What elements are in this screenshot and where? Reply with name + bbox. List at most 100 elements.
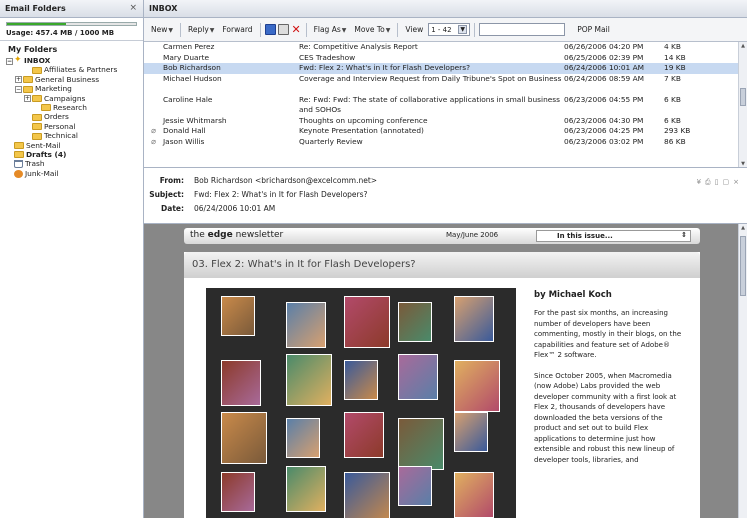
attachment-cell [144, 74, 163, 95]
usage-bar [6, 22, 137, 26]
message-subject: Fwd: Flex 2: What's in It for Flash Deve… [299, 63, 470, 72]
scroll-down-icon[interactable]: ▼ [739, 160, 747, 167]
scrollbar-thumb[interactable] [740, 88, 746, 106]
folder-affiliates-partners[interactable]: Affiliates & Partners [2, 65, 141, 74]
print-icon[interactable]: ⎙ [705, 178, 715, 186]
folder-icon [32, 113, 42, 121]
folder-general-business[interactable]: + General Business [2, 75, 141, 84]
message-row[interactable]: Bob Richardson Fwd: Flex 2: What's in It … [144, 63, 747, 74]
message-row[interactable]: ⌀ Donald Hall Keynote Presentation (annota… [144, 126, 747, 137]
message-date: 06/23/2006 03:02 PM [564, 136, 644, 146]
brand-bold: edge [207, 230, 233, 240]
paperclip-icon: ⌀ [151, 126, 156, 135]
delete-icon[interactable]: ✕ [291, 23, 302, 36]
photo-thumbnail [398, 302, 432, 342]
trash-icon[interactable]: ▯ [715, 178, 723, 186]
move-to-button[interactable]: Move To▼ [351, 23, 393, 36]
folder-campaigns[interactable]: + Campaigns [2, 94, 141, 103]
photo-thumbnail [454, 412, 488, 452]
folder-icon [14, 142, 24, 150]
message-row[interactable]: ⌀ Jason Willis Quarterly Review 06/23/2006 … [144, 137, 747, 148]
message-subject: Re: Competitive Analysis Report [299, 42, 418, 51]
folder-technical[interactable]: Technical [2, 131, 141, 140]
message-size: 6 KB [664, 115, 681, 125]
attachment-cell [144, 42, 163, 53]
message-subject: Quarterly Review [299, 136, 363, 146]
message-row[interactable]: Carmen Perez Re: Competitive Analysis Rep… [144, 42, 747, 53]
usage-bar-fill [7, 23, 66, 25]
my-folders-label: My Folders [8, 45, 58, 54]
folder-label: Marketing [35, 84, 72, 94]
message-row[interactable]: Caroline Hale Re: Fwd: Fwd: The state of … [144, 95, 747, 116]
message-date: 06/24/2006 10:01 AM [564, 63, 645, 72]
message-list-scrollbar[interactable]: ▲ ▼ [738, 42, 747, 167]
photo-thumbnail [286, 302, 326, 348]
date-value: 06/24/2006 10:01 AM [194, 204, 276, 213]
folder-label: Sent-Mail [26, 140, 61, 150]
photo-thumbnail [286, 466, 326, 512]
message-size: 14 KB [664, 52, 686, 62]
message-row[interactable]: Jessie Whitmarsh Thoughts on upcoming con… [144, 116, 747, 127]
folder-research[interactable]: Research [2, 103, 141, 112]
folder-marketing[interactable]: − Marketing [2, 84, 141, 93]
from-value: Bob Richardson <brichardson@excelcomm.ne… [194, 176, 378, 185]
chevron-down-icon: ▼ [341, 27, 347, 34]
folder-personal[interactable]: Personal [2, 122, 141, 131]
message-from: Donald Hall [163, 126, 206, 135]
folder-drafts-4[interactable]: Drafts (4) [2, 150, 141, 159]
reply-button[interactable]: Reply▼ [185, 23, 217, 36]
collapse-icon[interactable]: − [15, 85, 22, 93]
chevron-down-icon: ▼ [168, 27, 173, 34]
message-size: 19 KB [664, 63, 686, 72]
message-range-select[interactable]: 1 - 42 ▼ [428, 23, 471, 36]
scrollbar-thumb[interactable] [740, 236, 746, 296]
print-icon[interactable] [277, 24, 289, 35]
expand-icon[interactable]: + [24, 95, 31, 103]
expand-icon[interactable]: ¥ [697, 178, 705, 186]
message-subject: Re: Fwd: Fwd: The state of collaborative… [299, 94, 561, 114]
brand-post: newsletter [232, 230, 284, 240]
scroll-up-icon[interactable]: ▲ [739, 42, 747, 50]
newsletter-header: the edge newsletter May/June 2006 In thi… [184, 228, 700, 244]
forward-button[interactable]: Forward [219, 23, 255, 36]
close-icon[interactable]: × [129, 3, 137, 13]
folder-inbox[interactable]: − ✦ INBOX [2, 55, 141, 65]
photo-thumbnail [344, 412, 384, 458]
photo-thumbnail [344, 296, 390, 348]
flag-as-button[interactable]: Flag As▼ [311, 23, 350, 36]
folder-orders[interactable]: Orders [2, 112, 141, 121]
preview-scrollbar[interactable]: ▲ [738, 224, 747, 518]
pop-mail-button[interactable]: POP Mail [577, 25, 610, 34]
message-range-value: 1 - 42 [431, 25, 452, 34]
folder-trash[interactable]: Trash [2, 159, 141, 169]
folder-label: Affiliates & Partners [44, 65, 118, 75]
expand-icon[interactable]: + [15, 76, 22, 84]
article-paragraph: Since October 2005, when Macromedia (now… [534, 371, 677, 464]
message-row[interactable]: Michael Hudson Coverage and Interview Req… [144, 74, 747, 95]
folder-icon [32, 95, 42, 103]
folder-junk-mail[interactable]: Junk-Mail [2, 169, 141, 178]
newsletter-issue-date: May/June 2006 [446, 231, 499, 239]
chevron-down-icon[interactable]: ▼ [458, 25, 468, 34]
message-row[interactable]: Mary Duarte CES Tradeshow 06/25/2006 02:39… [144, 53, 747, 64]
photo-thumbnail [221, 296, 255, 336]
scroll-up-icon[interactable]: ▲ [739, 224, 747, 232]
toolbar-divider [259, 22, 261, 37]
newsletter-article-card: 03. Flex 2: What's in It for Flash Devel… [184, 252, 700, 518]
attachment-cell [144, 95, 163, 116]
folder-label: INBOX [24, 56, 51, 65]
trash-icon [14, 160, 23, 169]
search-input[interactable] [479, 23, 566, 36]
save-icon[interactable] [264, 24, 276, 35]
folder-sent-mail[interactable]: Sent-Mail [2, 141, 141, 150]
new-button[interactable]: New▼ [148, 23, 176, 36]
message-date: 06/24/2006 08:59 AM [564, 73, 645, 83]
maximize-icon[interactable]: ▢ [723, 178, 734, 186]
close-icon[interactable]: × [733, 178, 743, 186]
article-title: 03. Flex 2: What's in It for Flash Devel… [184, 252, 700, 278]
issue-select[interactable]: In this issue... ⇕ [536, 230, 691, 242]
chevron-down-icon: ▼ [385, 27, 391, 34]
message-size: 7 KB [664, 73, 681, 83]
collapse-icon[interactable]: − [6, 57, 13, 65]
folder-label: Orders [44, 112, 69, 122]
